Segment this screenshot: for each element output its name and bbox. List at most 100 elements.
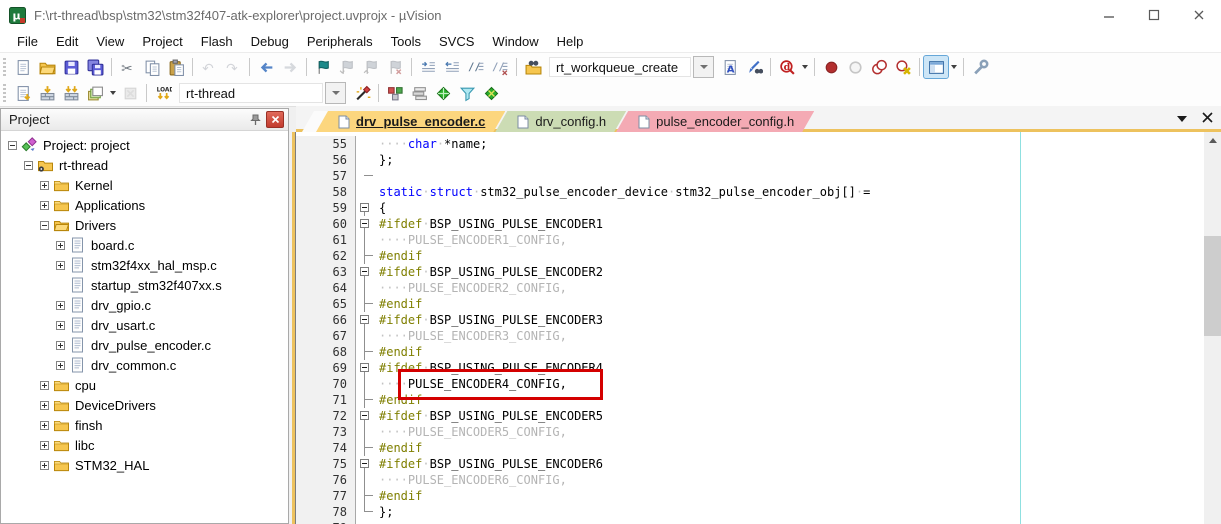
breakpoint-margin[interactable] — [296, 392, 308, 408]
collapse-icon[interactable] — [40, 221, 49, 230]
find-icon[interactable]: A — [718, 56, 742, 78]
tree-item-devicedrivers[interactable]: DeviceDrivers — [2, 395, 287, 415]
code-line[interactable]: #ifdef·BSP_USING_PULSE_ENCODER3 — [374, 312, 603, 328]
breakpoint-margin[interactable] — [296, 344, 308, 360]
minimize-button[interactable] — [1086, 0, 1131, 30]
breakpoint-margin[interactable] — [296, 328, 308, 344]
fold-margin[interactable] — [356, 264, 374, 280]
breakpoint-margin[interactable] — [296, 312, 308, 328]
tree-item-drv-pulse-encoder-c[interactable]: drv_pulse_encoder.c — [2, 335, 287, 355]
expand-icon[interactable] — [56, 341, 65, 350]
redo-icon[interactable]: ↷ — [221, 56, 245, 78]
rebuild-icon[interactable] — [59, 82, 83, 104]
fold-margin[interactable] — [356, 360, 374, 376]
tree-item-drv-gpio-c[interactable]: drv_gpio.c — [2, 295, 287, 315]
software-packs-icon[interactable] — [479, 82, 503, 104]
save-icon[interactable] — [59, 56, 83, 78]
target-options-icon[interactable] — [350, 82, 374, 104]
breakpoint-margin[interactable] — [296, 440, 308, 456]
breakpoint-margin[interactable] — [296, 248, 308, 264]
tree-item-drivers[interactable]: Drivers — [2, 215, 287, 235]
menu-peripherals[interactable]: Peripherals — [298, 32, 382, 51]
expand-icon[interactable] — [40, 461, 49, 470]
window-layout-icon[interactable] — [924, 56, 948, 78]
batch-build-icon[interactable] — [83, 82, 107, 104]
code-line[interactable]: { — [374, 200, 386, 216]
maximize-button[interactable] — [1131, 0, 1176, 30]
expand-icon[interactable] — [56, 241, 65, 250]
open-file-icon[interactable] — [35, 56, 59, 78]
expand-icon[interactable] — [56, 361, 65, 370]
bookmark-previous-icon[interactable] — [335, 56, 359, 78]
fold-margin[interactable] — [356, 312, 374, 328]
disable-breakpoints-icon[interactable] — [867, 56, 891, 78]
tab-pulse-encoder-config-h[interactable]: pulse_encoder_config.h — [616, 111, 814, 132]
menu-flash[interactable]: Flash — [192, 32, 242, 51]
breakpoint-margin[interactable] — [296, 376, 308, 392]
breakpoint-margin[interactable] — [296, 360, 308, 376]
navigate-back-icon[interactable] — [254, 56, 278, 78]
scrollbar-thumb[interactable] — [1204, 236, 1221, 336]
code-line[interactable]: ····PULSE_ENCODER5_CONFIG, — [374, 424, 567, 440]
tree-item-drv-usart-c[interactable]: drv_usart.c — [2, 315, 287, 335]
uncomment-icon[interactable]: // — [488, 56, 512, 78]
find-in-files-icon[interactable] — [521, 56, 545, 78]
code-line[interactable]: ····PULSE_ENCODER4_CONFIG, — [374, 376, 567, 392]
expand-icon[interactable] — [40, 421, 49, 430]
debug-zoom-icon[interactable]: d — [775, 56, 799, 78]
breakpoint-margin[interactable] — [296, 232, 308, 248]
cut-icon[interactable]: ✂ — [116, 56, 140, 78]
unindent-icon[interactable] — [440, 56, 464, 78]
tree-item-applications[interactable]: Applications — [2, 195, 287, 215]
bookmark-clear-icon[interactable] — [383, 56, 407, 78]
code-line[interactable]: #ifdef·BSP_USING_PULSE_ENCODER4 — [374, 360, 603, 376]
tab-drv-config-h[interactable]: drv_config.h — [495, 111, 626, 132]
collapse-icon[interactable] — [8, 141, 17, 150]
expand-icon[interactable] — [40, 201, 49, 210]
bookmark-next-icon[interactable] — [359, 56, 383, 78]
build-icon[interactable] — [35, 82, 59, 104]
project-panel-close-icon[interactable] — [266, 111, 284, 128]
configure-icon[interactable] — [968, 56, 992, 78]
code-line[interactable]: #ifdef·BSP_USING_PULSE_ENCODER6 — [374, 456, 603, 472]
breakpoint-margin[interactable] — [296, 152, 308, 168]
breakpoint-margin[interactable] — [296, 136, 308, 152]
expand-icon[interactable] — [56, 301, 65, 310]
tree-item-kernel[interactable]: Kernel — [2, 175, 287, 195]
tab-drv-pulse-encoder-c[interactable]: drv_pulse_encoder.c — [316, 111, 505, 132]
indent-icon[interactable] — [416, 56, 440, 78]
expand-icon[interactable] — [40, 381, 49, 390]
breakpoint-margin[interactable] — [296, 184, 308, 200]
breakpoint-margin[interactable] — [296, 424, 308, 440]
menu-edit[interactable]: Edit — [47, 32, 87, 51]
expand-icon[interactable] — [56, 321, 65, 330]
breakpoint-margin[interactable] — [296, 472, 308, 488]
fold-margin[interactable] — [356, 408, 374, 424]
filter-icon[interactable] — [455, 82, 479, 104]
code-line[interactable] — [374, 520, 379, 524]
breakpoint-margin[interactable] — [296, 280, 308, 296]
breakpoint-margin[interactable] — [296, 488, 308, 504]
fold-margin[interactable] — [356, 456, 374, 472]
tree-item-stm32f4xx-hal-msp-c[interactable]: stm32f4xx_hal_msp.c — [2, 255, 287, 275]
stop-build-icon[interactable] — [118, 82, 142, 104]
breakpoint-margin[interactable] — [296, 296, 308, 312]
breakpoint-margin[interactable] — [296, 520, 308, 524]
tab-close-icon[interactable] — [1202, 111, 1213, 126]
batch-build-icon-dropdown[interactable] — [107, 82, 118, 104]
breakpoint-margin[interactable] — [296, 456, 308, 472]
code-line[interactable]: #ifdef·BSP_USING_PULSE_ENCODER5 — [374, 408, 603, 424]
menu-file[interactable]: File — [8, 32, 47, 51]
tree-item-startup-stm32f407xx-s[interactable]: startup_stm32f407xx.s — [2, 275, 287, 295]
menu-view[interactable]: View — [87, 32, 133, 51]
close-button[interactable] — [1176, 0, 1221, 30]
code-line[interactable]: ····char·*name; — [374, 136, 487, 152]
code-line[interactable]: }; — [374, 152, 393, 168]
bookmark-toggle-icon[interactable] — [311, 56, 335, 78]
undo-icon[interactable]: ↶ — [197, 56, 221, 78]
code-line[interactable]: #endif — [374, 392, 422, 408]
tree-item-drv-common-c[interactable]: drv_common.c — [2, 355, 287, 375]
code-line[interactable]: #endif — [374, 488, 422, 504]
code-line[interactable]: #endif — [374, 296, 422, 312]
incremental-find-icon[interactable] — [742, 56, 766, 78]
